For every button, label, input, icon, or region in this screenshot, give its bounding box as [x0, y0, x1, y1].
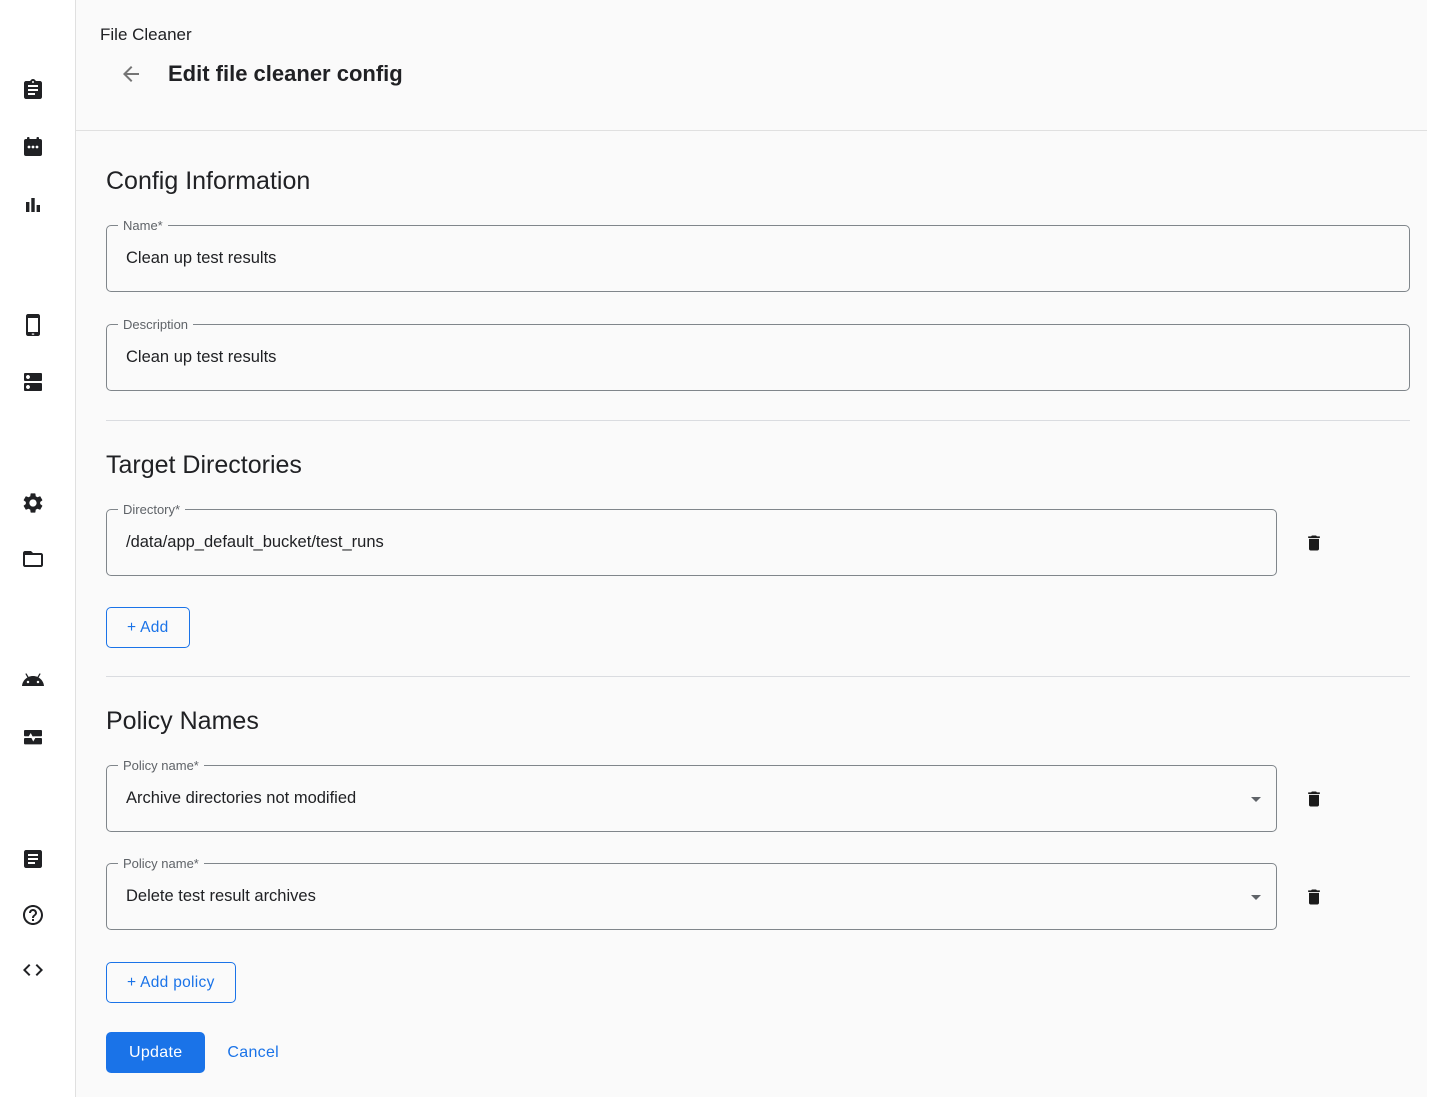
- directory-input-label: Directory*: [118, 501, 185, 518]
- page-title-row: Edit file cleaner config: [100, 61, 1435, 87]
- section-title-directories: Target Directories: [106, 451, 1410, 480]
- name-input-label: Name*: [118, 217, 168, 234]
- sidebar-item-reports[interactable]: [17, 189, 49, 221]
- add-directory-button[interactable]: + Add: [106, 607, 190, 648]
- back-button[interactable]: [119, 62, 143, 86]
- article-icon: [21, 847, 45, 874]
- sidebar-item-settings[interactable]: [17, 488, 49, 520]
- policy-select-2[interactable]: Policy name* Delete test result archives: [106, 863, 1277, 930]
- sidebar-item-android[interactable]: [17, 665, 49, 697]
- delete-policy-2-button[interactable]: [1302, 885, 1326, 909]
- cancel-button[interactable]: Cancel: [219, 1044, 287, 1062]
- page-title: Edit file cleaner config: [168, 61, 403, 87]
- sidebar-nav: [0, 0, 76, 1097]
- arrow-back-icon: [119, 74, 143, 89]
- policy-row: Policy name* Archive directories not mod…: [106, 765, 1410, 832]
- chevron-down-icon[interactable]: [1244, 787, 1268, 811]
- app-header: File Cleaner Edit file cleaner config: [76, 0, 1435, 131]
- policy-select-2-label: Policy name*: [118, 855, 204, 872]
- directory-input-value: /data/app_default_bucket/test_runs: [126, 533, 384, 552]
- policy-row: Policy name* Delete test result archives: [106, 863, 1410, 930]
- policy-select-2-value: Delete test result archives: [126, 887, 316, 906]
- policy-select-1-value: Archive directories not modified: [126, 789, 356, 808]
- smartphone-icon: [21, 313, 45, 340]
- name-input-value: Clean up test results: [126, 249, 276, 268]
- android-icon: [21, 668, 45, 695]
- sidebar-item-tasks[interactable]: [17, 75, 49, 107]
- trash-icon: [1304, 541, 1324, 556]
- description-input-label: Description: [118, 316, 193, 333]
- sidebar-item-logs[interactable]: [17, 844, 49, 876]
- bar-chart-icon: [21, 192, 45, 219]
- section-divider: [106, 420, 1410, 421]
- app-title: File Cleaner: [100, 25, 1435, 45]
- add-policy-button[interactable]: + Add policy: [106, 962, 236, 1003]
- section-title-policies: Policy Names: [106, 707, 1410, 736]
- gear-icon: [21, 491, 45, 518]
- form-actions: Update Cancel: [106, 1032, 1410, 1073]
- sidebar-item-servers[interactable]: [17, 367, 49, 399]
- directory-row: Directory* /data/app_default_bucket/test…: [106, 509, 1410, 576]
- section-divider: [106, 676, 1410, 677]
- clipboard-icon: [21, 78, 45, 105]
- delete-directory-button[interactable]: [1302, 531, 1326, 555]
- sidebar-item-schedule[interactable]: [17, 132, 49, 164]
- delete-policy-1-button[interactable]: [1302, 787, 1326, 811]
- sidebar-item-help[interactable]: [17, 900, 49, 932]
- sidebar-item-files[interactable]: [17, 544, 49, 576]
- update-button[interactable]: Update: [106, 1032, 205, 1073]
- calendar-icon: [21, 135, 45, 162]
- dns-icon: [21, 370, 45, 397]
- policy-select-1[interactable]: Policy name* Archive directories not mod…: [106, 765, 1277, 832]
- sidebar-item-monitoring[interactable]: [17, 722, 49, 754]
- monitoring-icon: [21, 725, 45, 752]
- chevron-down-icon[interactable]: [1244, 885, 1268, 909]
- sidebar-item-devices[interactable]: [17, 310, 49, 342]
- policy-select-1-label: Policy name*: [118, 757, 204, 774]
- folder-icon: [21, 547, 45, 574]
- trash-icon: [1304, 797, 1324, 812]
- trash-icon: [1304, 895, 1324, 910]
- code-icon: [21, 958, 45, 985]
- help-icon: [21, 903, 45, 930]
- content-area: File Cleaner Edit file cleaner config Co…: [76, 0, 1435, 1097]
- form-area: Config Information Name* Clean up test r…: [76, 167, 1435, 1073]
- description-input-value: Clean up test results: [126, 348, 276, 367]
- sidebar-item-code[interactable]: [17, 955, 49, 987]
- description-input[interactable]: Description Clean up test results: [106, 324, 1410, 391]
- section-title-config: Config Information: [106, 167, 1410, 196]
- scrollbar-track[interactable]: [1427, 0, 1435, 1097]
- name-input[interactable]: Name* Clean up test results: [106, 225, 1410, 292]
- directory-input[interactable]: Directory* /data/app_default_bucket/test…: [106, 509, 1277, 576]
